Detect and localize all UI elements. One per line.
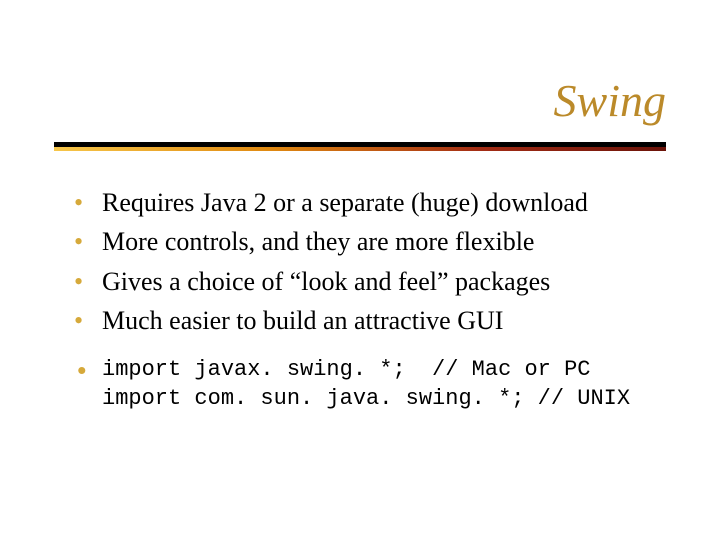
code-line: import com. sun. java. swing. *; // UNIX bbox=[102, 386, 630, 411]
bullet-item: More controls, and they are more flexibl… bbox=[72, 225, 662, 258]
bullet-item: Gives a choice of “look and feel” packag… bbox=[72, 265, 662, 298]
code-bullet-item: import javax. swing. *; // Mac or PC imp… bbox=[72, 355, 662, 413]
title-divider bbox=[54, 142, 666, 151]
bullet-list: Requires Java 2 or a separate (huge) dow… bbox=[72, 186, 662, 337]
code-list: import javax. swing. *; // Mac or PC imp… bbox=[72, 355, 662, 413]
code-line: import javax. swing. *; // Mac or PC bbox=[102, 357, 590, 382]
divider-gradient-bar bbox=[54, 147, 666, 151]
bullet-item: Much easier to build an attractive GUI bbox=[72, 304, 662, 337]
slide-body: Requires Java 2 or a separate (huge) dow… bbox=[72, 186, 662, 419]
bullet-item: Requires Java 2 or a separate (huge) dow… bbox=[72, 186, 662, 219]
slide-title: Swing bbox=[554, 74, 666, 127]
slide: Swing Requires Java 2 or a separate (hug… bbox=[0, 0, 720, 540]
